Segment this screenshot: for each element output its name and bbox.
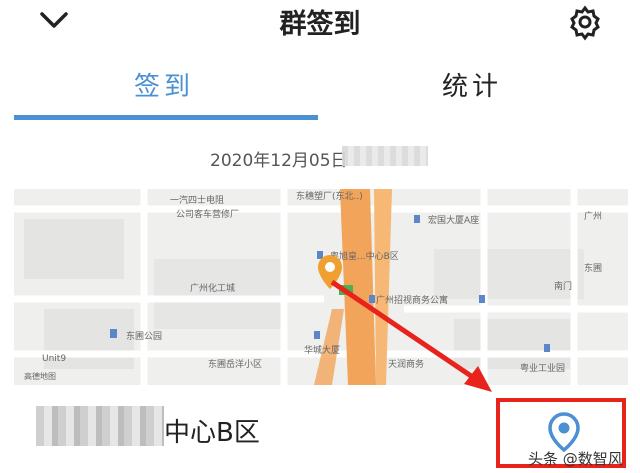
map-label: 南门 [554,280,572,292]
gear-icon[interactable] [565,2,605,42]
map-label: 东圃 [584,262,602,274]
locate-icon [548,412,580,452]
header: 群签到 [0,0,640,48]
address-text: 中心B区 [164,418,260,448]
map-label: 天润商务 [388,358,424,370]
map-label: 东穗塑厂(东北..) [296,190,363,202]
map-label: 广州 [584,210,602,222]
blurred-time [342,146,428,166]
active-tab-indicator [14,115,318,120]
map-label: 华城大厦 [304,344,340,356]
location-map[interactable]: 一汽四士电阻 公司客车营修厂 东穗塑厂(东北..) 粤旭皇...中心B区 宏国大… [14,189,628,385]
tab-checkin[interactable]: 签到 [116,66,212,103]
date-row: 2020年12月05日 [0,142,640,172]
map-credit: 高德地图 [24,371,56,381]
map-label: 东圃岳洋小区 [208,358,262,370]
watermark: 头条 @数智风 [528,450,623,468]
map-label: 宏国大厦A座 [428,214,479,226]
checkin-date: 2020年12月05日 [210,151,348,171]
map-label: 广州招视商务公寓 [376,294,448,306]
map-label: 广州化工城 [190,282,235,294]
map-label: 粤业工业园 [520,362,565,374]
page-title: 群签到 [279,9,361,40]
map-label: 东圃公园 [126,330,162,342]
map-label: Unit9 [42,354,66,364]
tab-bar: 签到 统计 [0,48,640,120]
blurred-address [36,406,164,446]
tab-stats[interactable]: 统计 [424,66,520,103]
map-label: 一汽四士电阻 [170,194,224,206]
map-label: 粤旭皇...中心B区 [330,250,399,262]
map-label: 公司客车营修厂 [176,208,239,220]
